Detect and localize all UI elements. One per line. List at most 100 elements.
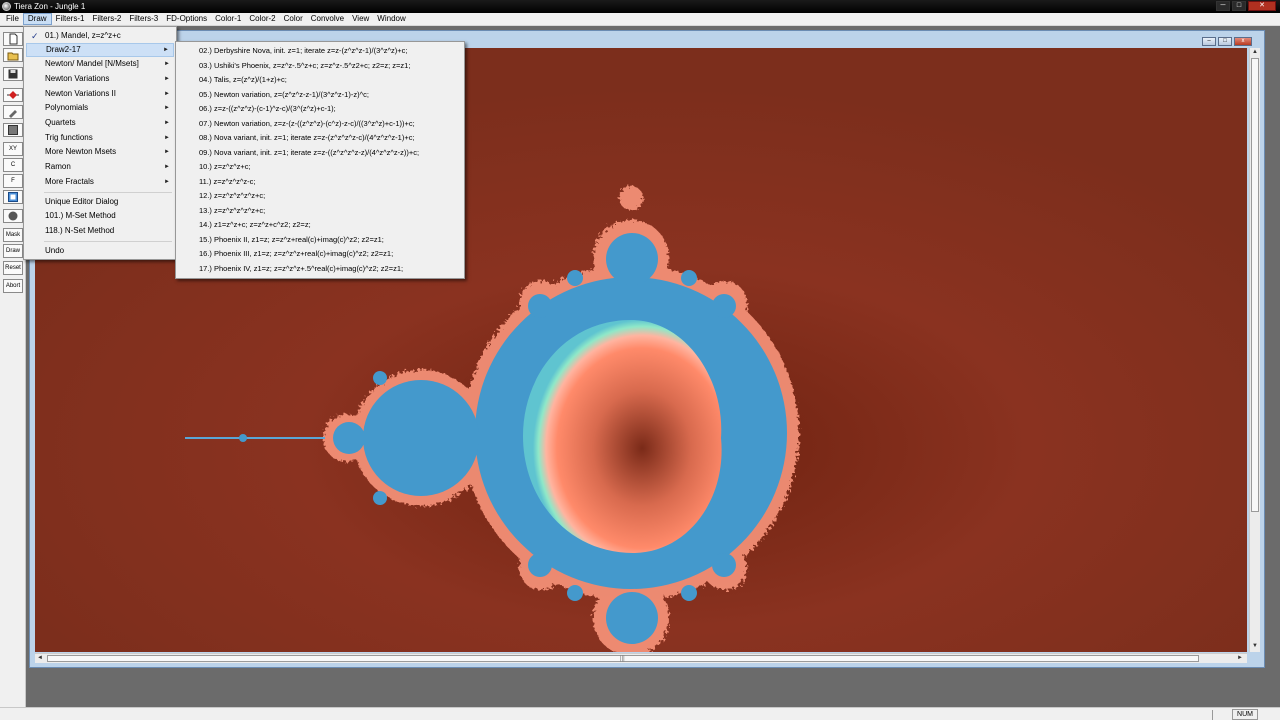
menu-item-newton-variations[interactable]: Newton Variations ► xyxy=(26,72,174,86)
child-close-button[interactable]: x xyxy=(1234,37,1252,46)
submenu-arrow-icon: ► xyxy=(164,105,170,111)
scroll-up-icon[interactable]: ▲ xyxy=(1250,48,1260,57)
window-title: Tiera Zon - Jungle 1 xyxy=(14,2,86,11)
submenu-item-05[interactable]: 05.) Newton variation, z=(z^z^z-z-1)/(3^… xyxy=(178,88,462,103)
menu-item-n-set-method[interactable]: 118.) N-Set Method xyxy=(26,224,174,238)
menu-item-ramon[interactable]: Ramon ► xyxy=(26,160,174,174)
submenu-item-09[interactable]: 09.) Nova variant, init. z=1; iterate z=… xyxy=(178,146,462,161)
menu-item-label: Polynomials xyxy=(45,103,89,112)
submenu-item-15[interactable]: 15.) Phoenix II, z1=z; z=z^z+real(c)+ima… xyxy=(178,233,462,248)
submenu-arrow-icon: ► xyxy=(164,91,170,97)
menu-item-polynomials[interactable]: Polynomials ► xyxy=(26,101,174,115)
submenu-item-08[interactable]: 08.) Nova variant, init. z=1; iterate z=… xyxy=(178,131,462,146)
scroll-grip-icon: ||| xyxy=(620,656,625,662)
menu-item-m-set-method[interactable]: 101.) M-Set Method xyxy=(26,209,174,223)
mask-button[interactable]: Mask xyxy=(3,228,23,242)
menu-filters-2[interactable]: Filters-2 xyxy=(88,13,125,25)
menu-item-draw2-17[interactable]: Draw2-17 ► xyxy=(26,43,174,57)
submenu-arrow-icon: ► xyxy=(164,179,170,185)
submenu-item-12[interactable]: 12.) z=z^z^z^z^z+c; xyxy=(178,189,462,204)
submenu-arrow-icon: ► xyxy=(164,164,170,170)
draw-menu: ✓ 01.) Mandel, z=z^z+c Draw2-17 ► Newton… xyxy=(23,26,177,260)
minimize-button[interactable]: ─ xyxy=(1216,1,1230,11)
menu-item-label: 118.) N-Set Method xyxy=(45,226,115,235)
menu-item-undo[interactable]: Undo xyxy=(26,244,174,258)
menu-fd-options[interactable]: FD-Options xyxy=(162,13,211,25)
menu-item-label: More Newton Msets xyxy=(45,147,117,156)
abort-button[interactable]: Abort xyxy=(3,279,23,293)
menu-item-label: Trig functions xyxy=(45,133,93,142)
menu-convolve[interactable]: Convolve xyxy=(307,13,348,25)
child-maximize-button[interactable]: □ xyxy=(1218,37,1232,46)
menu-view[interactable]: View xyxy=(348,13,373,25)
menu-filters-1[interactable]: Filters-1 xyxy=(52,13,89,25)
new-icon[interactable] xyxy=(3,32,23,46)
submenu-item-02[interactable]: 02.) Derbyshire Nova, init. z=1; iterate… xyxy=(178,44,462,59)
menu-item-quartets[interactable]: Quartets ► xyxy=(26,116,174,130)
vertical-scrollbar[interactable]: ▲ ▼ xyxy=(1249,48,1260,652)
submenu-arrow-icon: ► xyxy=(164,149,170,155)
vertical-scroll-thumb[interactable] xyxy=(1251,58,1259,512)
submenu-arrow-icon: ► xyxy=(164,76,170,82)
status-divider xyxy=(1212,710,1213,720)
menu-draw[interactable]: Draw xyxy=(22,13,52,25)
menu-color[interactable]: Color xyxy=(280,13,307,25)
open-icon[interactable] xyxy=(3,48,23,62)
scroll-left-icon[interactable]: ◄ xyxy=(35,654,45,663)
submenu-item-16[interactable]: 16.) Phoenix III, z1=z; z=z^z^z+real(c)+… xyxy=(178,247,462,262)
menu-item-label: 01.) Mandel, z=z^z+c xyxy=(45,31,121,40)
horizontal-scroll-thumb[interactable]: ||| xyxy=(47,655,1199,662)
menu-color-1[interactable]: Color-1 xyxy=(211,13,245,25)
submenu-item-17[interactable]: 17.) Phoenix IV, z1=z; z=z^z^z+.5^real(c… xyxy=(178,262,462,277)
fill-icon[interactable] xyxy=(3,123,23,137)
menu-item-more-fractals[interactable]: More Fractals ► xyxy=(26,175,174,189)
submenu-arrow-icon: ► xyxy=(163,47,169,53)
submenu-item-14[interactable]: 14.) z1=z^z+c; z=z^z+c^z2; z2=z; xyxy=(178,218,462,233)
submenu-arrow-icon: ► xyxy=(164,61,170,67)
submenu-item-07[interactable]: 07.) Newton variation, z=z-(z-((z^z^z)-(… xyxy=(178,117,462,132)
child-minimize-button[interactable]: – xyxy=(1202,37,1216,46)
app-icon xyxy=(2,2,11,11)
save-icon[interactable] xyxy=(3,67,23,81)
menu-item-label: Draw2-17 xyxy=(46,45,81,54)
maximize-button[interactable]: □ xyxy=(1232,1,1246,11)
submenu-item-11[interactable]: 11.) z=z^z^z^z-c; xyxy=(178,175,462,190)
f-icon[interactable]: F xyxy=(3,174,23,188)
menu-item-label: More Fractals xyxy=(45,177,94,186)
menu-item-label: Unique Editor Dialog xyxy=(45,197,119,206)
scroll-down-icon[interactable]: ▼ xyxy=(1250,642,1260,651)
sphere-icon[interactable] xyxy=(3,209,23,223)
submenu-item-03[interactable]: 03.) Ushiki's Phoenix, z=z^z-.5^z+c; z=z… xyxy=(178,59,462,74)
title-bar: Tiera Zon - Jungle 1 ─ □ ✕ xyxy=(0,0,1280,13)
menu-item-more-newton-msets[interactable]: More Newton Msets ► xyxy=(26,145,174,159)
menu-file[interactable]: File xyxy=(2,13,23,25)
menu-bar: File Draw Filters-1 Filters-2 Filters-3 … xyxy=(0,13,1280,26)
xy-icon[interactable]: XY xyxy=(3,142,23,156)
check-icon: ✓ xyxy=(31,31,39,41)
zoom-icon[interactable] xyxy=(3,88,23,102)
reset-button[interactable]: Reset xyxy=(3,261,23,275)
draw-button[interactable]: Draw xyxy=(3,244,23,258)
menu-item-trig-functions[interactable]: Trig functions ► xyxy=(26,131,174,145)
menu-color-2[interactable]: Color-2 xyxy=(245,13,279,25)
submenu-item-06[interactable]: 06.) z=z-((z^z^z)-(c-1)^z-c)/(3^(z^z)+c-… xyxy=(178,102,462,117)
menu-item-newton-variations-ii[interactable]: Newton Variations II ► xyxy=(26,87,174,101)
menu-item-mandel[interactable]: ✓ 01.) Mandel, z=z^z+c xyxy=(26,29,174,43)
menu-item-newton-mandel[interactable]: Newton/ Mandel [N/Msets] ► xyxy=(26,57,174,71)
close-button[interactable]: ✕ xyxy=(1248,1,1276,11)
menu-item-unique-editor-dialog[interactable]: Unique Editor Dialog xyxy=(26,195,174,209)
c-icon[interactable]: C xyxy=(3,158,23,172)
scroll-right-icon[interactable]: ► xyxy=(1235,654,1245,663)
menu-filters-3[interactable]: Filters-3 xyxy=(125,13,162,25)
horizontal-scrollbar[interactable]: ◄ ||| ► xyxy=(35,653,1247,663)
menu-separator xyxy=(44,241,172,242)
view-icon[interactable] xyxy=(3,190,23,204)
brush-icon[interactable] xyxy=(3,105,23,119)
menu-item-label: Newton Variations II xyxy=(45,89,116,98)
submenu-arrow-icon: ► xyxy=(164,120,170,126)
submenu-item-13[interactable]: 13.) z=z^z^z^z^z+c; xyxy=(178,204,462,219)
menu-window[interactable]: Window xyxy=(373,13,409,25)
submenu-item-04[interactable]: 04.) Talis, z=(z^z)/(1+z)+c; xyxy=(178,73,462,88)
submenu-item-10[interactable]: 10.) z=z^z^z+c; xyxy=(178,160,462,175)
draw2-17-submenu: 02.) Derbyshire Nova, init. z=1; iterate… xyxy=(175,41,465,279)
